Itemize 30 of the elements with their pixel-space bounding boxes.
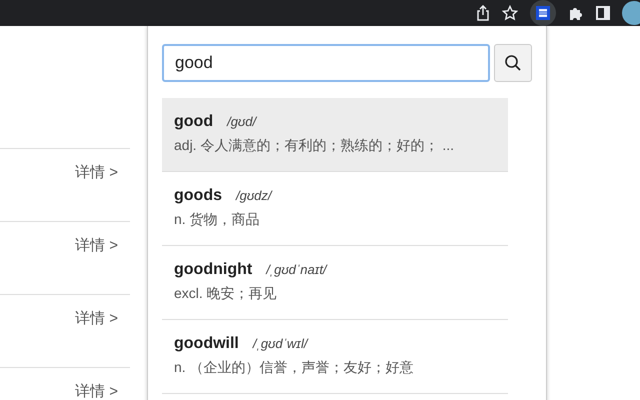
result-word: goodnight: [174, 261, 252, 279]
result-item[interactable]: good /ɡʊd/ adj. 令人满意的；有利的；熟练的；好的； ...: [162, 98, 508, 172]
phonetic-text: /ɡʊd/: [227, 114, 256, 129]
dictionary-extension-icon: [536, 6, 550, 20]
phonetic-text: /ɡʊdz/: [236, 188, 272, 203]
result-item[interactable]: goodnight /ˌɡʊdˈnaɪt/ excl. 晚安；再见: [162, 246, 508, 320]
details-link[interactable]: 详情 >: [75, 382, 118, 400]
puzzle-icon[interactable]: [568, 5, 584, 21]
definition-text: adj. 令人满意的；有利的；熟练的；好的； ...: [174, 137, 456, 155]
side-panel-icon[interactable]: [596, 6, 610, 20]
avatar-icon[interactable]: [622, 1, 640, 25]
definition-text: n. 货物，商品: [174, 211, 261, 229]
details-link[interactable]: 详情 >: [75, 236, 118, 255]
result-item[interactable]: goodwill /ˌɡʊdˈwɪl/ n. （企业的）信誉，声誉；友好；好意: [162, 320, 508, 394]
phonetic-text: /ˌɡʊdˈnaɪt/: [266, 262, 327, 277]
result-word: goodwill: [174, 335, 239, 353]
share-icon[interactable]: [476, 5, 490, 21]
star-icon[interactable]: [502, 5, 518, 21]
details-link[interactable]: 详情 >: [75, 309, 118, 328]
phonetic-text: /ˌɡʊdˈwɪl/: [252, 336, 308, 351]
search-icon: [504, 54, 522, 72]
result-word: goods: [174, 187, 222, 205]
search-button[interactable]: [494, 44, 532, 82]
search-field[interactable]: good: [162, 44, 490, 82]
definition-text: excl. 晚安；再见: [174, 285, 278, 303]
result-word: good: [174, 113, 214, 131]
details-link[interactable]: 详情 >: [75, 163, 118, 182]
result-item[interactable]: goods /ɡʊdz/ n. 货物，商品: [162, 172, 508, 246]
extension-button[interactable]: [530, 0, 556, 26]
definition-text: n. （企业的）信誉，声誉；友好；好意: [174, 359, 415, 377]
